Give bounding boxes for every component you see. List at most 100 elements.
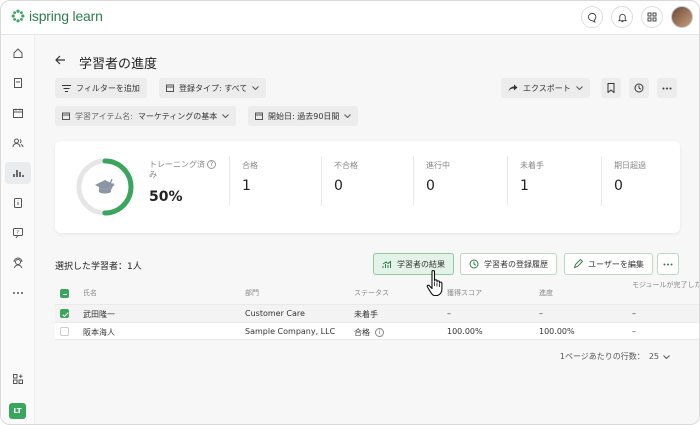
chevron-down-icon (252, 86, 260, 90)
learner-results-label: 学習者の結果 (397, 259, 445, 269)
learning-item-filter[interactable]: 学習アイテム名: マーケティングの基本 (55, 106, 237, 126)
chevron-down-icon (575, 86, 583, 90)
add-filter-label: フィルターを追加 (76, 83, 140, 93)
stat-not-started: 未着手 1 (507, 156, 544, 206)
stat-value: 0 (426, 178, 435, 194)
row-checkbox[interactable] (60, 327, 69, 336)
learner-department: Sample Company, LLC (245, 327, 336, 336)
start-date-label: 開始日: 過去90日間 (268, 111, 340, 121)
history-clock-icon (469, 259, 479, 269)
stat-label: 不合格 (334, 161, 358, 170)
table-row[interactable]: 武田隆一 Customer Care 未着手 – – – (55, 304, 699, 322)
export-label: エクスポート (523, 83, 571, 93)
calendar-icon (62, 112, 70, 120)
stat-value: 0 (614, 178, 623, 194)
chat-icon[interactable] (581, 6, 603, 28)
logo-icon (11, 9, 25, 23)
back-arrow-icon[interactable] (55, 54, 66, 69)
stat-value: 1 (520, 178, 529, 194)
main-content: 学習者の進度 フィルターを追加 登録タイプ: すべて エクスポート 学習アイテム… (35, 35, 699, 424)
row-checkbox[interactable] (60, 309, 69, 318)
more-horizontal-icon (663, 263, 673, 265)
chevron-down-icon (344, 114, 352, 118)
rows-per-page-value[interactable]: 25 (649, 352, 659, 361)
more-options-button[interactable] (657, 78, 677, 98)
column-header[interactable]: 獲得スコア (447, 289, 482, 298)
column-header[interactable]: モジュールが完了した (632, 281, 699, 290)
rows-per-page-label: 1ページあたりの行数： (559, 352, 645, 361)
edit-user-label: ユーザーを編集 (588, 259, 644, 269)
stat-in-progress: 進行中 0 (413, 156, 450, 206)
learner-completed: – (632, 309, 636, 318)
sidebar: ? LT (1, 35, 35, 424)
learning-item-filter-value: マーケティングの基本 (137, 111, 218, 121)
progress-label: トレーニング済み (149, 160, 205, 179)
top-bar: ispring learn (1, 1, 699, 35)
schedule-button[interactable] (629, 78, 649, 98)
app-window: ispring learn ? LT 学習者の進度 フィルターを追加 登録タイプ… (0, 0, 700, 425)
learner-completed: – (632, 327, 636, 336)
pencil-icon (573, 259, 583, 269)
stat-failed: 不合格 0 (321, 156, 358, 206)
column-header[interactable]: ステータス (354, 289, 389, 298)
home-icon[interactable] (5, 42, 31, 64)
calendar-icon[interactable] (5, 102, 31, 124)
table-row[interactable]: 阪本海人 Sample Company, LLC 合格 i 100.00% 10… (55, 322, 699, 340)
column-header[interactable]: 氏名 (83, 289, 97, 298)
progress-ring (76, 158, 134, 216)
select-all-checkbox[interactable] (60, 289, 69, 298)
book-icon[interactable] (5, 72, 31, 94)
users-icon[interactable] (5, 132, 31, 154)
stat-label: 進行中 (426, 161, 450, 170)
info-card-icon[interactable] (5, 192, 31, 214)
apps-grid-icon[interactable] (641, 6, 663, 28)
more-icon[interactable] (5, 282, 31, 304)
learner-status: 合格 (354, 328, 370, 337)
learner-score: – (447, 309, 451, 318)
export-button[interactable]: エクスポート (501, 78, 590, 98)
stats-card: トレーニング済み ? 50% 合格 1 不合格 0 進行中 0 未着手 1 期日… (55, 141, 680, 233)
more-horizontal-icon (662, 87, 672, 89)
stat-label: 合格 (242, 161, 258, 170)
chart-icon (382, 260, 392, 268)
logo-text: ispring learn (29, 8, 103, 24)
logo[interactable]: ispring learn (11, 8, 103, 24)
edit-user-button[interactable]: ユーザーを編集 (564, 253, 653, 275)
question-message-icon[interactable]: ? (5, 222, 31, 244)
user-initials-badge[interactable]: LT (9, 403, 26, 419)
registration-type-filter[interactable]: 登録タイプ: すべて (159, 78, 267, 98)
chevron-down-icon (222, 114, 230, 118)
learner-name[interactable]: 阪本海人 (83, 327, 115, 338)
more-actions-button[interactable] (657, 253, 679, 275)
user-avatar[interactable] (671, 6, 693, 28)
info-icon[interactable]: ? (207, 160, 216, 169)
add-widget-icon[interactable] (5, 368, 31, 390)
stat-passed: 合格 1 (229, 156, 258, 206)
progress-value: 50% (149, 189, 183, 205)
enrollment-history-button[interactable]: 学習者の登録履歴 (460, 253, 557, 275)
learner-score: 100.00% (447, 327, 483, 336)
column-header[interactable]: 進度 (539, 289, 553, 298)
learner-name[interactable]: 武田隆一 (83, 309, 115, 320)
selected-learners-count: 選択した学習者：1人 (55, 262, 142, 272)
add-filter-button[interactable]: フィルターを追加 (55, 78, 147, 98)
share-arrow-icon (508, 84, 518, 92)
svg-text:?: ? (16, 230, 19, 236)
learner-status: 未着手 (354, 310, 378, 319)
bookmark-icon (607, 83, 615, 93)
registration-type-label: 登録タイプ: すべて (179, 83, 248, 93)
learning-item-filter-label: 学習アイテム名: (75, 111, 133, 121)
column-header[interactable]: 部門 (245, 289, 259, 298)
rows-per-page[interactable]: 1ページあたりの行数： 25 (560, 351, 670, 362)
clock-icon (634, 83, 644, 93)
bell-icon[interactable] (611, 6, 633, 28)
stat-value: 0 (334, 178, 343, 194)
bookmark-button[interactable] (601, 78, 621, 98)
page-title: 学習者の進度 (79, 57, 158, 72)
learner-status-cell: 合格 i (354, 327, 384, 338)
support-agent-icon[interactable] (5, 252, 31, 274)
start-date-filter[interactable]: 開始日: 過去90日間 (248, 106, 359, 126)
filter-icon (62, 84, 71, 92)
reports-chart-icon[interactable] (5, 162, 31, 184)
status-info-icon[interactable]: i (375, 328, 384, 337)
